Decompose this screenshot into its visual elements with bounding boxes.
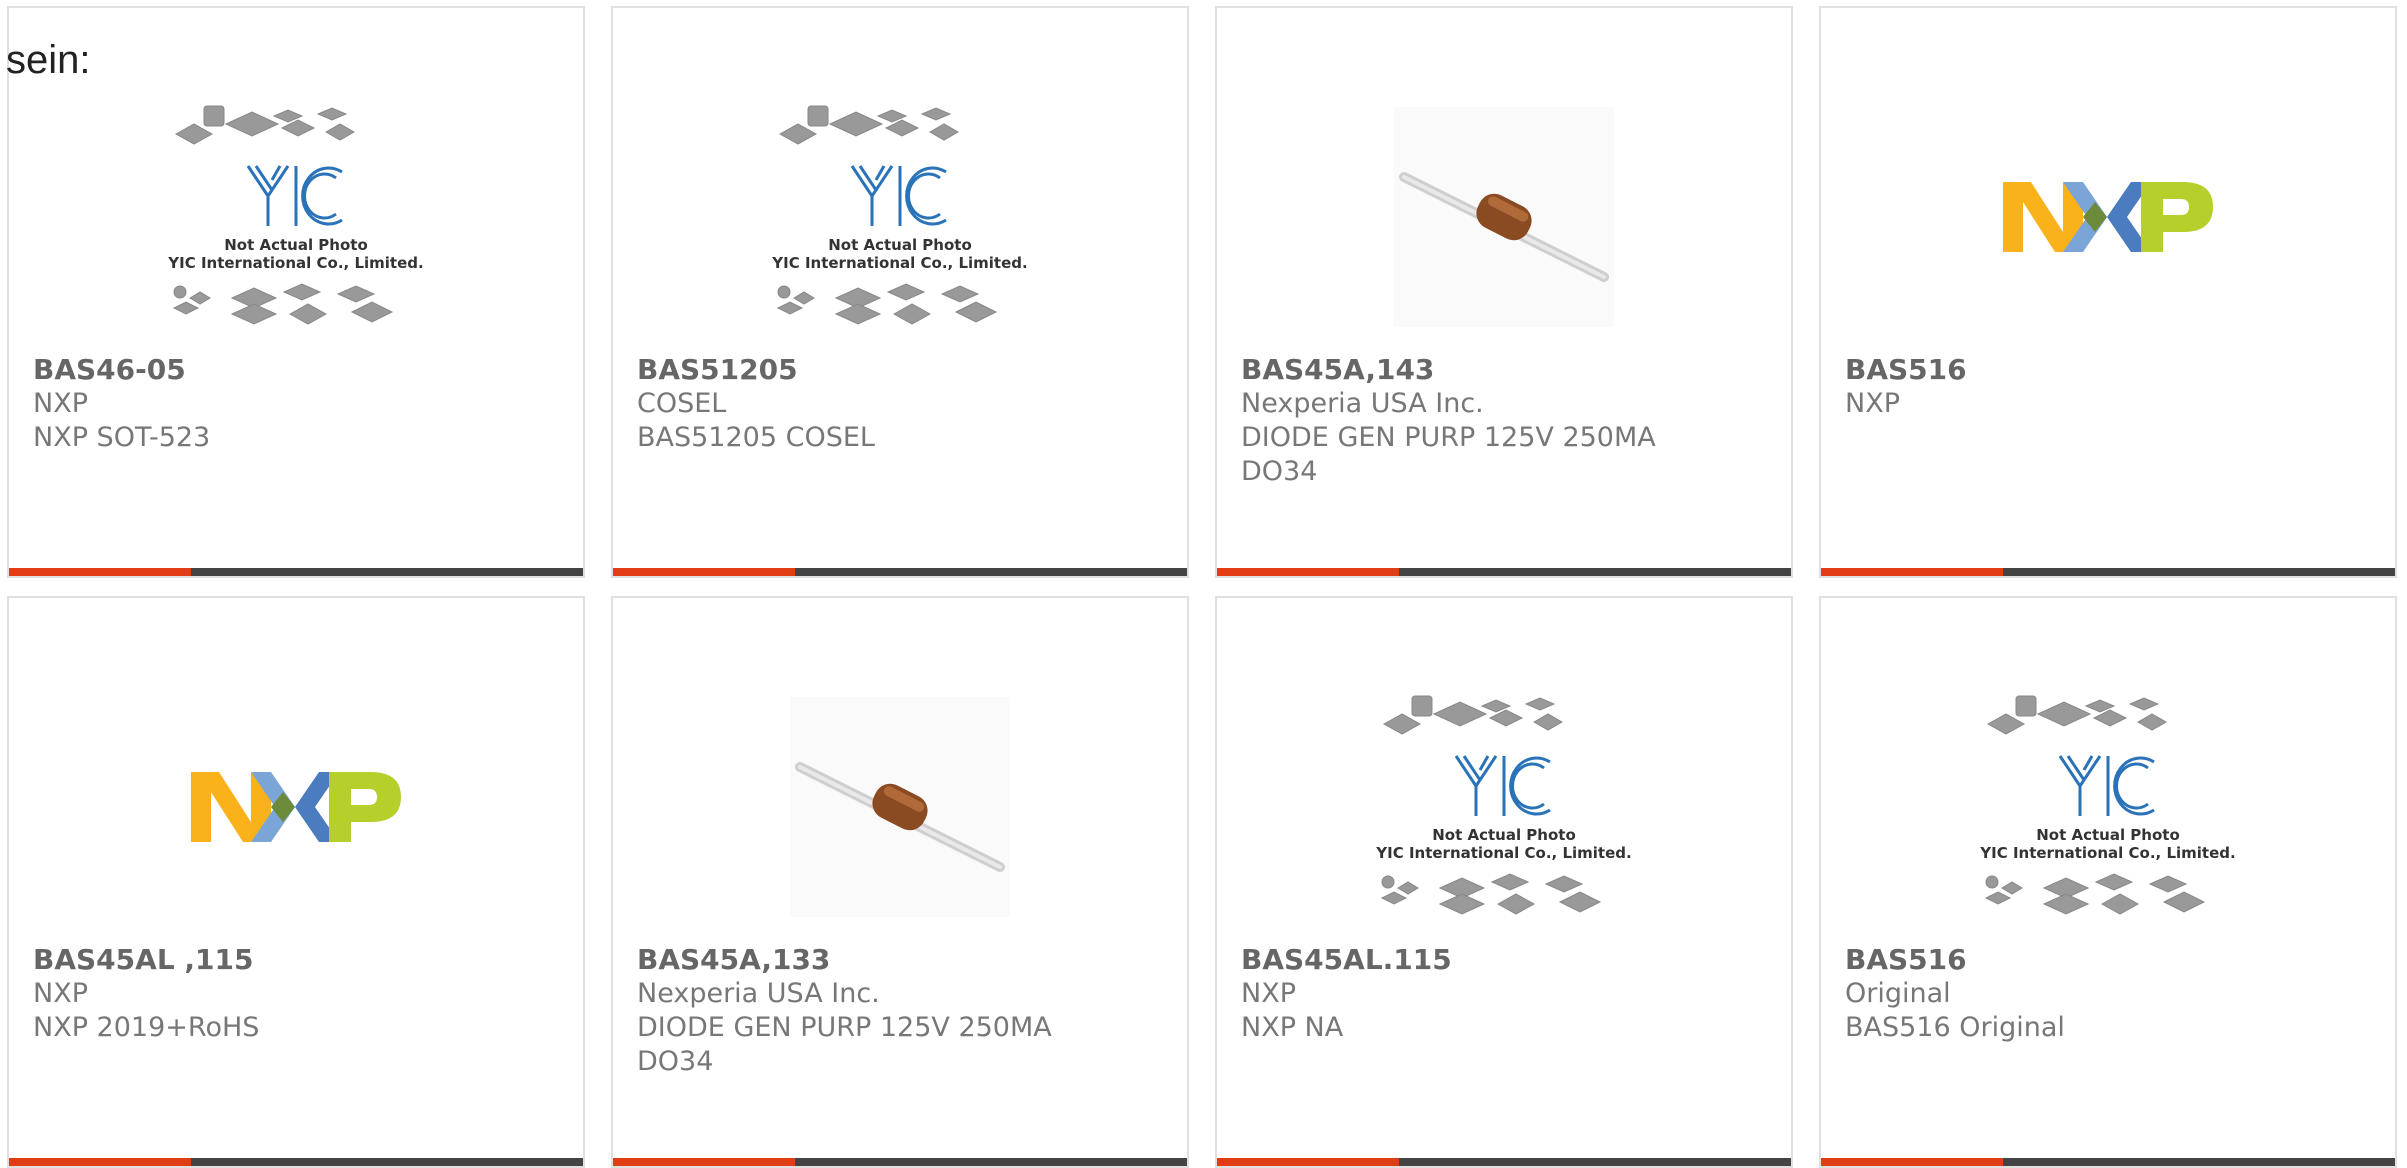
part-number[interactable]: BAS45AL ,115: [33, 943, 559, 977]
card-bottom-bar: [613, 568, 1187, 576]
product-description: BAS516 Original: [1845, 1012, 2065, 1043]
product-card[interactable]: BAS45A,133 Nexperia USA Inc. DIODE GEN PUR…: [611, 596, 1189, 1168]
part-number[interactable]: BAS46-05: [33, 353, 559, 387]
card-bottom-bar: [1821, 1158, 2395, 1166]
product-info: BAS45A,143 Nexperia USA Inc. DIODE GEN PUR…: [1241, 353, 1767, 489]
product-card[interactable]: BAS45AL ,115 NXP NXP 2019+RoHS: [7, 596, 585, 1168]
nxp-logo-icon: [2003, 182, 2213, 252]
card-accent-bar: [9, 1158, 191, 1166]
product-image[interactable]: Not Actual Photo YIC International Co., …: [613, 86, 1187, 348]
part-number[interactable]: BAS516: [1845, 353, 2371, 387]
card-bottom-bar: [1821, 568, 2395, 576]
product-image[interactable]: Not Actual Photo YIC International Co., …: [1821, 676, 2395, 938]
product-info: BAS516 NXP: [1845, 353, 2371, 421]
product-card[interactable]: BAS45A,143 Nexperia USA Inc. DIODE GEN PUR…: [1215, 6, 1793, 578]
part-number[interactable]: BAS45AL.115: [1241, 943, 1767, 977]
product-description: DIODE GEN PURP 125V 250MA: [637, 1012, 1052, 1043]
card-bottom-bar: [9, 568, 583, 576]
part-number[interactable]: BAS45A,143: [1241, 353, 1767, 387]
product-info: BAS51205 COSEL BAS51205 COSEL: [637, 353, 1163, 455]
card-accent-bar: [613, 568, 795, 576]
product-description: NXP NA: [1241, 1012, 1344, 1043]
card-bottom-bar: [1217, 568, 1791, 576]
product-image[interactable]: Not Actual Photo YIC International Co., …: [1217, 676, 1791, 938]
product-description: NXP 2019+RoHS: [33, 1012, 260, 1043]
product-image[interactable]: Not Actual Photo YIC International Co., …: [9, 86, 583, 348]
placeholder-line1: Not Actual Photo: [828, 236, 972, 254]
manufacturer: NXP: [1845, 388, 1900, 419]
part-number[interactable]: BAS51205: [637, 353, 1163, 387]
product-image[interactable]: [613, 676, 1187, 938]
product-info: BAS516 Original BAS516 Original: [1845, 943, 2371, 1045]
placeholder-line1: Not Actual Photo: [2036, 826, 2180, 844]
product-description: DO34: [637, 1046, 714, 1077]
placeholder-line1: Not Actual Photo: [224, 236, 368, 254]
placeholder-line2: YIC International Co., Limited.: [1375, 844, 1631, 862]
product-info: BAS45AL ,115 NXP NXP 2019+RoHS: [33, 943, 559, 1045]
product-info: BAS45A,133 Nexperia USA Inc. DIODE GEN PUR…: [637, 943, 1163, 1079]
card-bottom-bar: [613, 1158, 1187, 1166]
product-image[interactable]: [1821, 86, 2395, 348]
manufacturer: NXP: [1241, 978, 1296, 1009]
manufacturer: NXP: [33, 388, 88, 419]
product-description: DIODE GEN PURP 125V 250MA: [1241, 422, 1656, 453]
product-card[interactable]: Not Actual Photo YIC International Co., …: [7, 6, 585, 578]
product-info: BAS46-05 NXP NXP SOT-523: [33, 353, 559, 455]
product-image[interactable]: [1217, 86, 1791, 348]
manufacturer: NXP: [33, 978, 88, 1009]
card-accent-bar: [1821, 1158, 2003, 1166]
product-description: DO34: [1241, 456, 1318, 487]
card-accent-bar: [1217, 568, 1399, 576]
card-bottom-bar: [9, 1158, 583, 1166]
placeholder-image-icon: Not Actual Photo YIC International Co., …: [167, 105, 424, 325]
nxp-logo-icon: [191, 772, 401, 842]
placeholder-image-icon: Not Actual Photo YIC International Co., …: [1979, 695, 2236, 915]
product-description: NXP SOT-523: [33, 422, 211, 453]
product-description: BAS51205 COSEL: [637, 422, 875, 453]
card-accent-bar: [1217, 1158, 1399, 1166]
intro-text: sein:: [6, 38, 91, 82]
product-card[interactable]: Not Actual Photo YIC International Co., …: [611, 6, 1189, 578]
manufacturer: Nexperia USA Inc.: [1241, 388, 1484, 419]
placeholder-line2: YIC International Co., Limited.: [771, 254, 1027, 272]
card-accent-bar: [613, 1158, 795, 1166]
product-info: BAS45AL.115 NXP NXP NA: [1241, 943, 1767, 1045]
product-card[interactable]: Not Actual Photo YIC International Co., …: [1819, 596, 2397, 1168]
placeholder-line1: Not Actual Photo: [1432, 826, 1576, 844]
product-card[interactable]: BAS516 NXP: [1819, 6, 2397, 578]
part-number[interactable]: BAS516: [1845, 943, 2371, 977]
product-card[interactable]: Not Actual Photo YIC International Co., …: [1215, 596, 1793, 1168]
manufacturer: Nexperia USA Inc.: [637, 978, 880, 1009]
card-accent-bar: [9, 568, 191, 576]
card-accent-bar: [1821, 568, 2003, 576]
manufacturer: Original: [1845, 978, 1951, 1009]
placeholder-image-icon: Not Actual Photo YIC International Co., …: [1375, 695, 1632, 915]
diode-image-icon: [1394, 107, 1614, 327]
card-bottom-bar: [1217, 1158, 1791, 1166]
placeholder-line2: YIC International Co., Limited.: [1979, 844, 2235, 862]
product-image[interactable]: [9, 676, 583, 938]
placeholder-image-icon: Not Actual Photo YIC International Co., …: [771, 105, 1028, 325]
part-number[interactable]: BAS45A,133: [637, 943, 1163, 977]
diode-image-icon: [790, 697, 1010, 917]
manufacturer: COSEL: [637, 388, 727, 419]
placeholder-line2: YIC International Co., Limited.: [167, 254, 423, 272]
